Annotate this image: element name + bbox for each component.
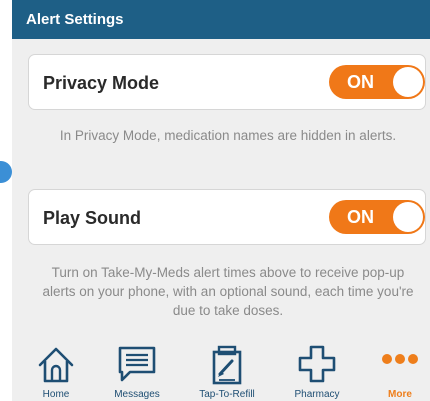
play-sound-toggle[interactable]: ON: [329, 200, 425, 234]
play-sound-row: Play Sound ON: [28, 189, 426, 245]
refill-icon: [208, 344, 246, 391]
play-sound-note: Turn on Take-My-Meds alert times above t…: [42, 265, 414, 318]
tab-tap-to-refill[interactable]: Tap-To-Refill: [184, 338, 270, 401]
tab-pharmacy-label: Pharmacy: [294, 389, 340, 400]
home-icon: [36, 344, 76, 389]
privacy-mode-toggle-state: ON: [347, 72, 374, 92]
pharmacy-icon: [297, 344, 337, 389]
alert-settings-screen: Alert Settings Privacy Mode ON In Privac…: [12, 0, 430, 401]
more-icon: [381, 352, 419, 371]
edge-indicator-dot: [0, 161, 12, 183]
messages-icon: [116, 344, 158, 389]
play-sound-label: Play Sound: [43, 208, 142, 228]
tab-messages-label: Messages: [114, 389, 160, 400]
tab-home-label: Home: [42, 389, 70, 400]
privacy-mode-note: In Privacy Mode, medication names are hi…: [59, 128, 397, 143]
play-sound-toggle-state: ON: [347, 207, 374, 227]
toggle-knob: [393, 67, 423, 97]
tab-home[interactable]: Home: [24, 338, 88, 401]
tab-messages[interactable]: Messages: [104, 338, 170, 401]
privacy-mode-row: Privacy Mode ON: [28, 54, 426, 110]
page-title: Alert Settings: [12, 0, 430, 39]
privacy-mode-label: Privacy Mode: [43, 73, 160, 93]
bottom-tab-bar: Home Messages Tap-To-Refill Pharmacy Mor…: [12, 338, 430, 401]
toggle-knob: [393, 202, 423, 232]
tab-tap-to-refill-label: Tap-To-Refill: [199, 389, 255, 400]
privacy-mode-toggle[interactable]: ON: [329, 65, 425, 99]
tab-more-label: More: [388, 389, 412, 400]
tab-pharmacy[interactable]: Pharmacy: [282, 338, 352, 401]
tab-more[interactable]: More: [372, 338, 428, 401]
